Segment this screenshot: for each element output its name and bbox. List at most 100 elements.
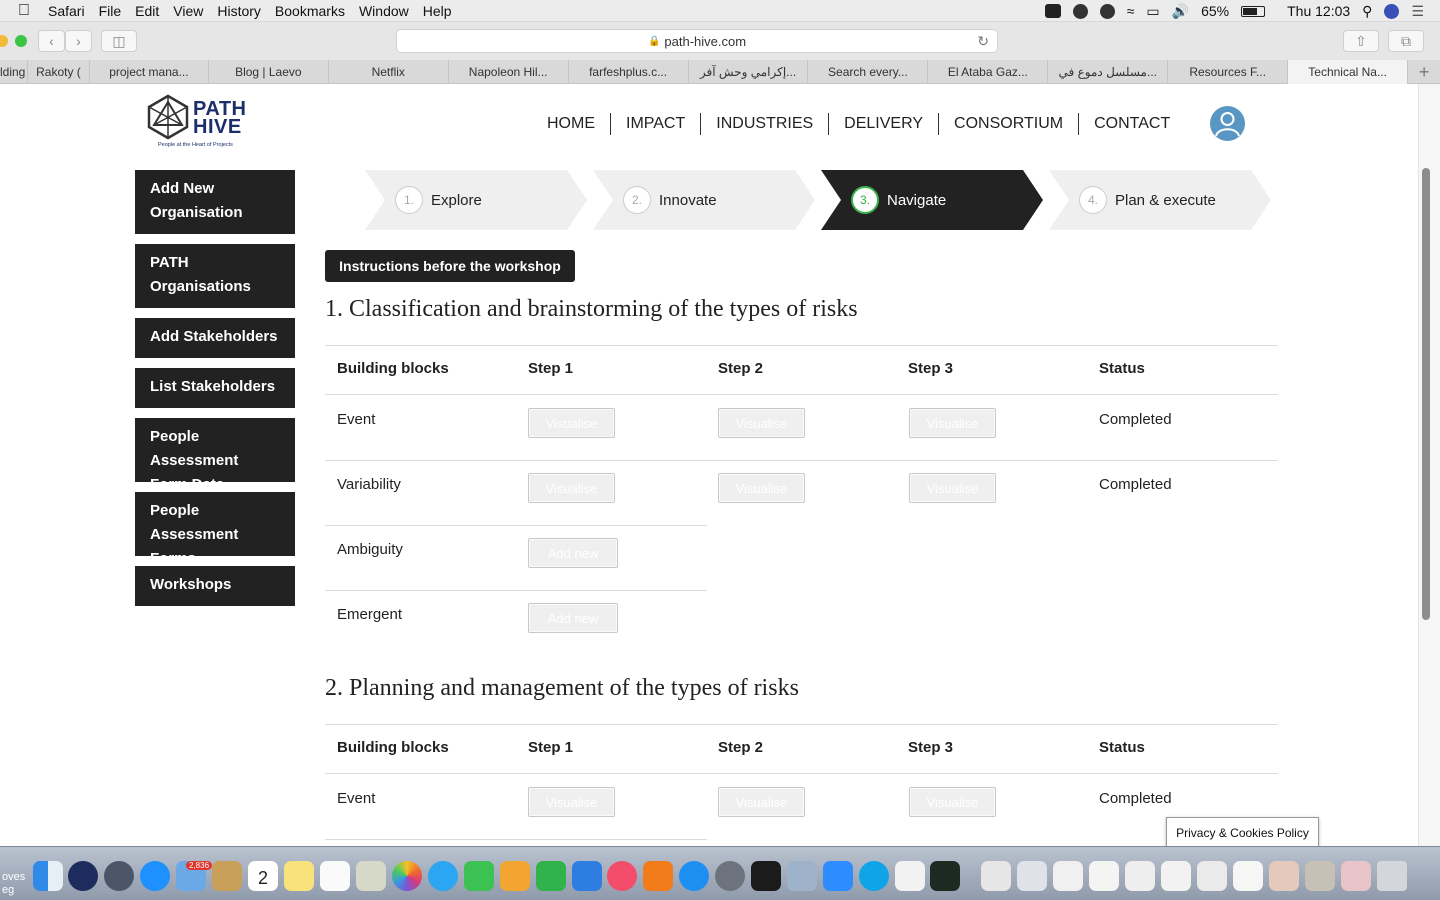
nav-home[interactable]: HOME [532,113,610,135]
preview-icon[interactable] [356,861,386,891]
recent-document-icon[interactable] [1197,861,1227,891]
recent-document-icon[interactable] [1017,861,1047,891]
notification-center-icon[interactable]: ☰ [1411,3,1424,20]
nav-industries[interactable]: INDUSTRIES [700,113,828,135]
battery-icon[interactable] [1241,5,1266,17]
activity-monitor-icon[interactable] [930,861,960,891]
browser-tab[interactable]: Resources F... [1168,60,1289,84]
numbers-icon[interactable] [536,861,566,891]
recent-document-icon[interactable] [981,861,1011,891]
browser-tab[interactable]: Search every... [808,60,929,84]
siri-dock-icon[interactable] [68,861,98,891]
finder-icon[interactable] [33,861,63,891]
screen-record-icon[interactable] [1044,4,1061,18]
reload-icon[interactable]: ↻ [977,33,989,50]
browser-tab[interactable]: El Ataba Gaz... [928,60,1049,84]
browser-tab[interactable]: farfeshplus.c... [569,60,689,84]
menu-help[interactable]: Help [423,3,466,19]
pages-icon[interactable] [500,861,530,891]
browser-tab[interactable]: Netflix [329,60,449,84]
browser-tab-active[interactable]: Technical Na... [1288,60,1409,84]
blocker-icon[interactable] [1072,3,1088,19]
sidebar-path-organisations[interactable]: PATH Organisations [135,244,295,308]
recent-document-icon[interactable] [1125,861,1155,891]
facetime-icon[interactable] [464,861,494,891]
step-navigate[interactable]: 3. Navigate [821,170,1043,230]
download-icon[interactable] [1099,3,1115,19]
wifi-icon[interactable]: ≈ [1127,3,1135,19]
visualise-button[interactable]: Visualise [909,408,996,438]
visualise-button[interactable]: Visualise [528,473,615,503]
recent-document-icon[interactable] [1161,861,1191,891]
image-capture-icon[interactable] [787,861,817,891]
add-new-button[interactable]: Add new [528,603,618,633]
app-store-icon[interactable] [679,861,709,891]
skype-icon[interactable] [859,861,889,891]
menu-history[interactable]: History [217,3,275,19]
sidebar-people-assessment-forms[interactable]: People Assessment Forms [135,492,295,567]
terminal-icon[interactable] [751,861,781,891]
safari-icon[interactable] [140,861,170,891]
visualise-button[interactable]: Visualise [909,473,996,503]
visualise-button[interactable]: Visualise [718,787,805,817]
new-tab-button[interactable]: + [1408,60,1440,84]
page-scrollbar-thumb[interactable] [1422,168,1430,620]
notes-icon[interactable] [284,861,314,891]
calendar-icon[interactable]: 2 [248,861,278,891]
back-button[interactable]: ‹ [38,30,65,52]
sidebar-people-assessment-form-data[interactable]: People Assessment Form Data [135,418,295,493]
menu-view[interactable]: View [173,3,217,19]
sidebar-list-stakeholders[interactable]: List Stakeholders [135,368,295,408]
step-explore[interactable]: 1. Explore [365,170,587,230]
spotlight-icon[interactable]: ⚲ [1362,3,1372,20]
forward-button[interactable]: › [65,30,92,52]
sidebar-toggle-button[interactable]: ◫ [101,30,137,52]
trash-icon[interactable] [1377,861,1407,891]
add-new-button[interactable]: Add new [528,538,618,568]
siri-icon[interactable] [1384,3,1400,19]
recent-document-icon[interactable] [1269,861,1299,891]
sidebar-add-stakeholders[interactable]: Add Stakeholders [135,318,295,358]
books-icon[interactable] [643,861,673,891]
volume-icon[interactable]: 🔊 [1172,3,1189,20]
messages-icon[interactable] [428,861,458,891]
browser-tab[interactable]: إكرامي وحش آفر... [689,60,809,84]
visualise-button[interactable]: Visualise [528,408,615,438]
step-innovate[interactable]: 2. Innovate [593,170,815,230]
visualise-button[interactable]: Visualise [718,408,805,438]
recent-document-icon[interactable] [1053,861,1083,891]
airplay-icon[interactable]: ▭ [1146,3,1159,20]
battery-percent[interactable]: 65% [1201,3,1229,19]
sidebar-add-new-organisation[interactable]: Add New Organisation [135,170,295,234]
window-minimize-button[interactable] [0,35,8,47]
nav-impact[interactable]: IMPACT [610,113,700,135]
menu-app-name[interactable]: Safari [48,3,99,19]
nav-contact[interactable]: CONTACT [1078,113,1185,135]
window-zoom-button[interactable] [15,35,27,47]
visualise-button[interactable]: Visualise [528,787,615,817]
browser-tab[interactable]: project mana... [90,60,209,84]
tab-overview-button[interactable]: ⧉ [1388,30,1424,52]
visualise-button[interactable]: Visualise [718,473,805,503]
share-button[interactable]: ⇧ [1343,30,1379,52]
nav-delivery[interactable]: DELIVERY [828,113,938,135]
browser-tab[interactable]: Blog | Laevo [209,60,329,84]
browser-tab[interactable]: lding [0,60,28,84]
recent-document-icon[interactable] [1089,861,1119,891]
browser-tab[interactable]: مسلسل دموع في... [1048,60,1169,84]
zoom-icon[interactable] [823,861,853,891]
menu-window[interactable]: Window [359,3,423,19]
visualise-button[interactable]: Visualise [909,787,996,817]
recent-document-icon[interactable] [1305,861,1335,891]
path-hive-logo[interactable]: PATH HIVE People at the Heart of Project… [145,94,255,150]
nav-consortium[interactable]: CONSORTIUM [938,113,1078,135]
privacy-cookies-button[interactable]: Privacy & Cookies Policy [1166,817,1319,848]
reminders-icon[interactable] [320,861,350,891]
recent-document-icon[interactable] [1233,861,1263,891]
step-plan-execute[interactable]: 4. Plan & execute [1049,170,1271,230]
menu-edit[interactable]: Edit [135,3,173,19]
recent-document-icon[interactable] [1341,861,1371,891]
menu-file[interactable]: File [99,3,136,19]
photos-icon[interactable] [392,861,422,891]
launchpad-icon[interactable] [104,861,134,891]
